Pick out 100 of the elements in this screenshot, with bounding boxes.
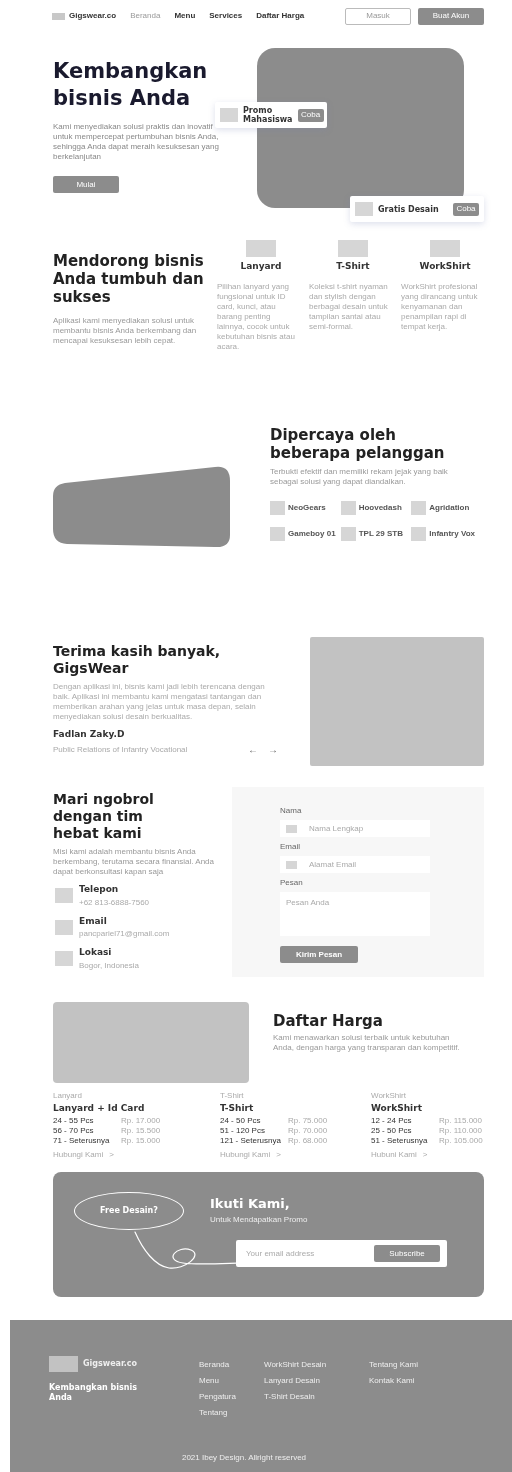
copyright-text: 2021 Ibey Design. Allright reserved xyxy=(180,1452,308,1464)
contact-value: pancpariel71@gmail.com xyxy=(79,928,170,940)
price: Rp. 15.000 xyxy=(121,1135,161,1146)
footer-tagline: Kembangkan bisnis Anda xyxy=(49,1383,138,1403)
quantity-range: 12 - 24 Pcs xyxy=(371,1115,413,1126)
contact-label: Email xyxy=(79,914,108,928)
product-image-placeholder xyxy=(430,240,460,257)
promo-label: Gratis Desain xyxy=(378,204,440,214)
price: Rp. 115.000 xyxy=(439,1115,482,1126)
login-button[interactable]: Masuk xyxy=(345,7,411,25)
section-description: Aplikasi kami menyediakan solusi untuk membantu bisnis Anda berkembang dan mencapai kesuksesan lebih cepat. xyxy=(53,316,198,346)
client-name: Infantry Vox xyxy=(429,528,475,540)
price: Rp. 15.500 xyxy=(121,1125,161,1136)
section-title: Mari ngobrol dengan tim hebat kami xyxy=(53,791,155,842)
section-description: Kami menawarkan solusi terbaik untuk kebutuhan Anda, dengan harga yang transparan dan kompetitif. xyxy=(273,1033,461,1053)
author-role: Public Relations of Infantry Vocational xyxy=(53,743,188,756)
section-description: Terbukti efektif dan memiliki rekam jejak yang baik sebagai solusi yang dapat diandalkan. xyxy=(270,467,449,487)
author-name: Fadlan Zaky.D xyxy=(53,728,126,741)
footer-link[interactable]: Beranda xyxy=(199,1360,236,1370)
promo-image-placeholder xyxy=(220,108,238,122)
price: Rp. 110.000 xyxy=(439,1125,482,1136)
footer-link[interactable]: WorkShirt Desain xyxy=(264,1360,327,1370)
nav-link[interactable]: Services xyxy=(209,10,243,22)
field-icon-placeholder xyxy=(286,824,297,833)
section-description: Misi kami adalah membantu bisnis Anda berkembang, terutama secara finansial. Anda dapat berkonsultasi kapan saja xyxy=(53,847,215,877)
try-button[interactable]: Coba xyxy=(453,202,479,216)
price: Rp. 105.000 xyxy=(439,1135,483,1146)
footer-link[interactable]: T-Shirt Desain xyxy=(264,1392,327,1402)
client-logo-placeholder xyxy=(340,501,356,515)
client-name: TPL 29 STB xyxy=(358,528,403,540)
footer-link[interactable]: Tentang Kami xyxy=(369,1360,418,1370)
plan-category: Lanyard xyxy=(53,1090,83,1102)
product-description: Pilihan lanyard yang fungsional untuk ID card, kunci, atau barang penting lainnya, cocok untuk kebutuhan bisnis atau acara. xyxy=(217,281,296,352)
quantity-range: 51 - Seterusnya xyxy=(371,1135,429,1146)
section-title: Daftar Harga xyxy=(273,1012,384,1030)
logo-placeholder xyxy=(49,1356,78,1372)
product-description: WorkShirt profesional yang dirancang untuk kenyamanan dan penampilan rapi di tempat kerja. xyxy=(401,281,479,332)
client-logo-placeholder xyxy=(270,501,285,515)
plan-category: T-Shirt xyxy=(220,1090,245,1102)
client-name: Agridation xyxy=(429,502,470,514)
chevron-icon: > xyxy=(422,1148,428,1161)
previous-button[interactable]: ← xyxy=(248,744,258,755)
send-button[interactable]: Kirim Pesan xyxy=(280,946,358,963)
client-name: Hoovedash xyxy=(358,502,402,514)
subscribe-title: Ikuti Kami, xyxy=(210,1195,290,1213)
email-field[interactable]: Your email address Subscribe xyxy=(236,1240,447,1267)
contact-icon-placeholder xyxy=(55,919,73,935)
product-image-placeholder xyxy=(246,240,276,257)
product-description: Koleksi t-shirt nyaman dan stylish dengan berbagai desain untuk tampilan santai atau semi-formal. xyxy=(309,281,389,332)
text-field[interactable]: Nama Lengkap xyxy=(280,820,430,837)
next-button[interactable]: → xyxy=(268,744,278,755)
contact-link[interactable]: Hubungi Kami xyxy=(220,1148,271,1161)
quantity-range: 51 - 120 Pcs xyxy=(220,1125,266,1136)
footer-link[interactable]: Pengatura xyxy=(199,1392,236,1402)
chevron-icon: > xyxy=(109,1148,114,1161)
field-icon-placeholder xyxy=(286,860,297,869)
client-name: Gameboy 01 xyxy=(288,528,336,540)
client-logo-placeholder xyxy=(340,527,356,541)
footer-link[interactable]: Lanyard Desain xyxy=(264,1376,327,1386)
quantity-range: 24 - 55 Pcs xyxy=(53,1115,95,1126)
contact-value: Bogor, Indonesia xyxy=(79,959,140,972)
subscribe-subtitle: Untuk Mendapatkan Promo xyxy=(210,1214,308,1226)
promo-image-placeholder xyxy=(355,202,373,216)
text-field[interactable]: Alamat Email xyxy=(280,856,430,873)
quantity-range: 24 - 50 Pcs xyxy=(220,1115,262,1126)
client-logo-placeholder xyxy=(411,527,427,541)
product-title: T-Shirt xyxy=(335,260,371,273)
client-logo-placeholder xyxy=(411,501,427,515)
contact-icon-placeholder xyxy=(55,888,73,904)
field-label: Pesan xyxy=(280,877,304,889)
plan-title: T-Shirt xyxy=(220,1102,255,1115)
signup-button[interactable]: Buat Akun xyxy=(418,7,484,25)
logo-placeholder xyxy=(52,12,65,20)
nav-link[interactable]: Beranda xyxy=(130,10,161,22)
hero-title: Kembangkan bisnis Anda xyxy=(53,58,208,112)
product-image-placeholder xyxy=(338,240,368,257)
quantity-range: 71 - Seterusnya xyxy=(53,1135,111,1146)
message-field[interactable]: Pesan Anda xyxy=(280,892,430,936)
price: Rp. 75.000 xyxy=(288,1115,328,1126)
nav-link[interactable]: Daftar Harga xyxy=(256,10,305,22)
price: Rp. 17.000 xyxy=(121,1115,161,1126)
footer-link[interactable]: Menu xyxy=(199,1376,236,1386)
subscribe-button[interactable]: Subscribe xyxy=(374,1245,440,1262)
start-button[interactable]: Mulai xyxy=(53,176,119,193)
price: Rp. 70.000 xyxy=(288,1125,328,1136)
footer-logo-text: Gigswear.co xyxy=(83,1358,138,1370)
nav-link[interactable]: Menu xyxy=(174,10,196,22)
section-title: Mendorong bisnis Anda tumbuh dan sukses xyxy=(53,252,205,306)
footer-link[interactable]: Kontak Kami xyxy=(369,1376,418,1386)
client-name: NeoGears xyxy=(288,502,326,514)
section-title: Terima kasih banyak, GigsWear xyxy=(53,643,222,677)
product-title: WorkShirt xyxy=(418,260,472,273)
contact-link[interactable]: Hubuni Kami xyxy=(371,1148,417,1161)
footer-link[interactable]: Tentang xyxy=(199,1408,236,1418)
plan-category: WorkShirt xyxy=(371,1090,407,1102)
contact-link[interactable]: Hubungi Kami xyxy=(53,1148,104,1161)
try-button[interactable]: Coba xyxy=(297,108,324,122)
client-logo-placeholder xyxy=(270,527,285,541)
promo-label: Promo Mahasiswa xyxy=(243,106,293,124)
contact-label: Telepon xyxy=(79,883,120,896)
